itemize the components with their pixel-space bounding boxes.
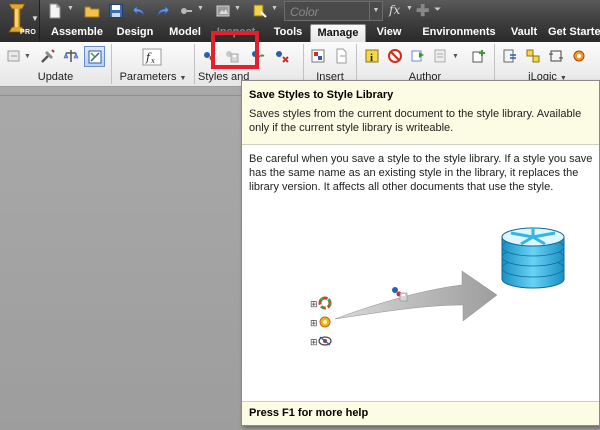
no-button[interactable] bbox=[385, 46, 406, 67]
select-dropdown-icon[interactable]: ▼ bbox=[197, 5, 204, 12]
settings-button[interactable] bbox=[569, 46, 590, 67]
rebuild-all-button[interactable] bbox=[38, 46, 59, 67]
add-rule-icon bbox=[472, 50, 485, 63]
event-triggers-button[interactable] bbox=[500, 46, 521, 67]
appearance-dropdown-icon[interactable]: ▼ bbox=[234, 5, 241, 12]
insert-object-icon bbox=[311, 49, 325, 63]
tooltip-footer: Press F1 for more help bbox=[242, 401, 599, 425]
insert-object-button[interactable] bbox=[308, 46, 329, 67]
panel-title-parameters[interactable]: Parameters ▼ bbox=[112, 69, 194, 85]
tooltip-short-description: Saves styles from the current document t… bbox=[249, 108, 582, 134]
ilogic-design-copy-icon bbox=[549, 50, 563, 62]
new-file-icon[interactable] bbox=[47, 3, 63, 19]
tab-vault[interactable]: Vault bbox=[504, 24, 544, 42]
update-mass-icon bbox=[63, 50, 79, 62]
app-menu-arrow-icon: ▼ bbox=[31, 14, 39, 23]
tab-design[interactable]: Design bbox=[111, 24, 159, 42]
open-folder-icon[interactable] bbox=[84, 3, 100, 19]
fx-dropdown-icon[interactable]: ▼ bbox=[406, 5, 413, 12]
fx-icon[interactable]: fx bbox=[389, 3, 400, 17]
tab-tools[interactable]: Tools bbox=[267, 24, 309, 42]
svg-text:⊞: ⊞ bbox=[310, 319, 318, 329]
parameters-fx-icon: fx bbox=[142, 48, 162, 66]
color-combo-value: Color bbox=[290, 5, 319, 19]
application-menu-button[interactable]: PRO ▼ bbox=[0, 0, 40, 42]
author-dropdown-icon bbox=[434, 49, 446, 63]
style-library-database-icon bbox=[501, 227, 565, 289]
update-mass-button[interactable] bbox=[61, 46, 82, 67]
no-icon bbox=[388, 49, 402, 63]
svg-text:i: i bbox=[370, 52, 373, 64]
quick-access-toolbar: ▼ ▼ ▼ ▼ Color ▼ fx ▼ ✚ ⏷ bbox=[0, 0, 600, 23]
tab-view[interactable]: View bbox=[369, 24, 409, 42]
color-combo[interactable]: Color ▼ bbox=[284, 1, 383, 21]
parameters-button[interactable]: fx bbox=[140, 46, 165, 67]
tab-manage[interactable]: Manage bbox=[310, 24, 366, 42]
update-styles-toggle-button[interactable] bbox=[84, 46, 105, 67]
import-icon bbox=[336, 48, 347, 64]
ilogic-browser-icon bbox=[526, 49, 540, 63]
tab-model[interactable]: Model bbox=[164, 24, 206, 42]
canvas-divider bbox=[0, 95, 245, 96]
rebuild-all-icon bbox=[41, 49, 55, 63]
select-icon[interactable] bbox=[178, 3, 194, 19]
refresh-styles-icon bbox=[88, 50, 102, 64]
ilogic-design-copy-button[interactable] bbox=[546, 46, 567, 67]
svg-text:⊞: ⊞ bbox=[310, 300, 318, 310]
tab-get-started[interactable]: Get Started bbox=[548, 24, 600, 42]
tooltip-title: Save Styles to Style Library bbox=[249, 89, 394, 101]
author-info-button[interactable]: i bbox=[362, 46, 383, 67]
style-editor-icon bbox=[276, 51, 289, 63]
update-button[interactable] bbox=[4, 46, 25, 67]
tooltip-illustration: ⊞ ⊞ ⊞ bbox=[310, 227, 565, 348]
undo-icon[interactable] bbox=[131, 3, 147, 19]
material-item: ⊞ bbox=[310, 316, 331, 329]
event-triggers-icon bbox=[503, 49, 516, 63]
ilogic-browser-button[interactable] bbox=[523, 46, 544, 67]
tooltip-header: Save Styles to Style Library Saves style… bbox=[242, 81, 599, 145]
settings-icon bbox=[573, 50, 585, 62]
panel-title-parameters-label: Parameters bbox=[119, 71, 177, 83]
panel-title-update: Update bbox=[37, 71, 74, 83]
update-dropdown-icon[interactable]: ▼ bbox=[24, 53, 31, 60]
update-icon[interactable] bbox=[252, 3, 268, 19]
svg-text:x: x bbox=[151, 57, 155, 65]
tab-assemble[interactable]: Assemble bbox=[45, 24, 109, 42]
author-info-icon: i bbox=[365, 49, 379, 64]
ribbon-tabs: Assemble Design Model Inspect Tools Mana… bbox=[40, 23, 600, 42]
help-hint: Press F1 for more help bbox=[249, 407, 369, 419]
add-rule-button[interactable] bbox=[469, 46, 490, 67]
publish-button[interactable] bbox=[408, 46, 429, 67]
plus-icon[interactable]: ✚ bbox=[416, 1, 429, 21]
highlight-box bbox=[211, 31, 259, 69]
update-dropdown-icon[interactable]: ▼ bbox=[271, 5, 278, 12]
panel-divider bbox=[194, 44, 195, 84]
tooltip: Save Styles to Style Library Saves style… bbox=[241, 80, 600, 426]
lighting-item: ⊞ bbox=[310, 336, 332, 348]
author-more-icon[interactable]: ▼ bbox=[452, 53, 459, 60]
new-dropdown-icon[interactable]: ▼ bbox=[67, 5, 74, 12]
chevron-down-icon[interactable]: ▼ bbox=[369, 2, 382, 20]
publish-icon bbox=[411, 50, 424, 62]
transfer-arrow-icon bbox=[334, 270, 498, 322]
style-editor-button[interactable] bbox=[272, 46, 293, 67]
tooltip-long-description: Be careful when you save a style to the … bbox=[249, 153, 593, 193]
author-dropdown-button[interactable] bbox=[431, 46, 452, 67]
redo-icon[interactable] bbox=[155, 3, 171, 19]
customize-qat-icon[interactable]: ⏷ bbox=[434, 4, 441, 15]
tab-environments[interactable]: Environments bbox=[414, 24, 504, 42]
update-icon bbox=[7, 50, 20, 62]
svg-text:⊞: ⊞ bbox=[310, 338, 318, 348]
save-icon[interactable] bbox=[108, 3, 124, 19]
edition-badge: PRO bbox=[20, 29, 37, 36]
color-wheel-item: ⊞ bbox=[310, 296, 332, 310]
panel-dropdown-icon: ▼ bbox=[179, 75, 187, 82]
import-button[interactable] bbox=[331, 46, 352, 67]
appearance-icon[interactable] bbox=[215, 3, 231, 19]
